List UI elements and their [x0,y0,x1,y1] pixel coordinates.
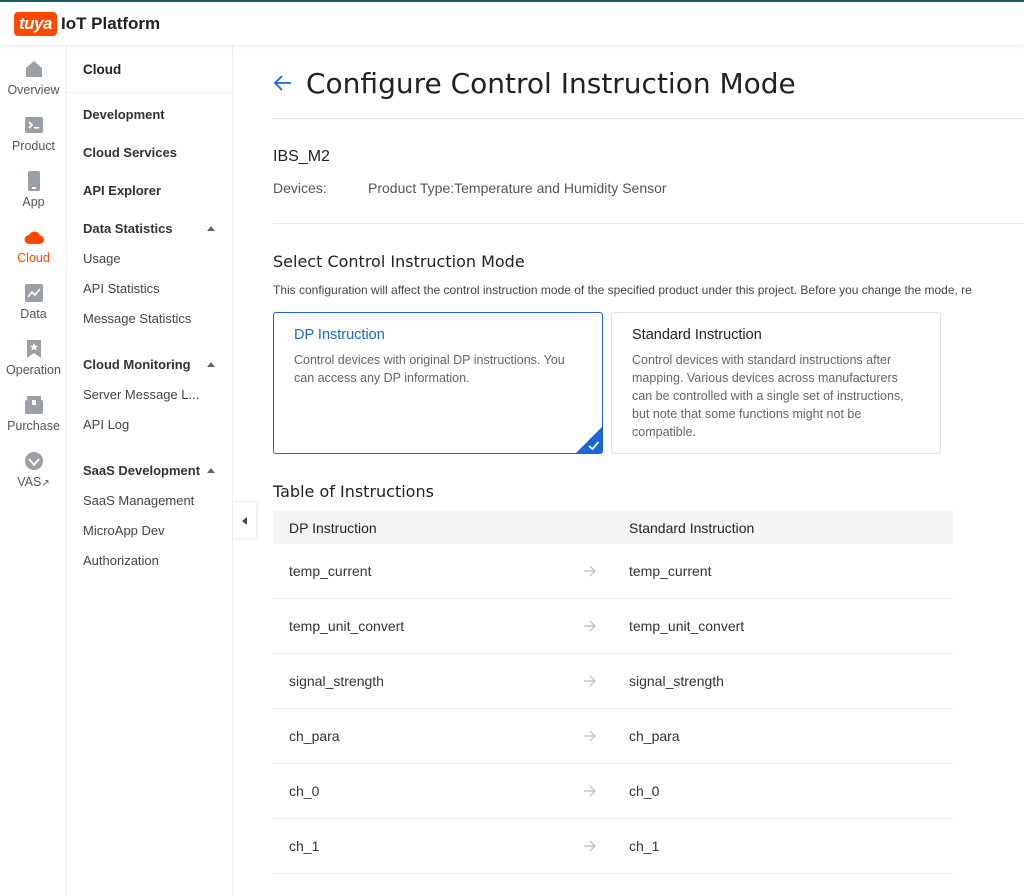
arrow-right-icon [584,675,596,687]
table-row: ch_1 ch_1 [273,819,953,874]
standard-cell: temp_current [629,563,712,579]
chart-icon [24,284,43,302]
dp-cell: ch_para [289,728,340,744]
standard-cell: signal_strength [629,673,724,689]
card-title: DP Instruction [294,327,385,343]
sidebar-item-cloud-services[interactable]: Cloud Services [83,145,177,160]
rail-item-vas[interactable]: VAS↗ [0,451,67,507]
table-row: ch_para ch_para [273,709,953,764]
rail-item-app[interactable]: App [0,171,67,227]
sidebar-item-server-message[interactable]: Server Message L... [83,387,199,402]
terminal-icon [24,117,43,133]
rail-item-data[interactable]: Data [0,283,67,339]
arrow-right-icon [584,620,596,632]
sidebar-item-api-log[interactable]: API Log [83,417,129,432]
rail-item-product[interactable]: Product [0,115,67,171]
rail-label: App [22,195,45,209]
sidebar-item-saas-management[interactable]: SaaS Management [83,493,194,508]
table-row: ch_0 ch_0 [273,764,953,819]
rail-label: VAS↗ [17,475,50,489]
sidebar-item-development[interactable]: Development [83,107,165,122]
product-name: IBS_M2 [273,148,330,165]
rail-label: Operation [6,363,61,377]
rail-item-overview[interactable]: Overview [0,59,67,115]
table-row: signal_strength signal_strength [273,654,953,709]
column-header-standard: Standard Instruction [629,520,755,536]
rail-item-purchase[interactable]: Purchase [0,395,67,451]
sidebar-item-api-statistics[interactable]: API Statistics [83,281,160,296]
icon-rail: Overview Product App Cloud Data Operatio… [0,45,67,896]
main-content: Configure Control Instruction Mode IBS_M… [233,45,1024,896]
select-mode-title: Select Control Instruction Mode [273,252,525,271]
rail-item-operation[interactable]: Operation [0,339,67,395]
column-header-dp: DP Instruction [289,520,377,536]
rail-label: Cloud [17,251,50,265]
table-header: DP Instruction Standard Instruction [273,511,953,544]
rail-item-cloud[interactable]: Cloud [0,227,67,283]
rail-label: Product [11,139,56,153]
title-divider [273,118,1024,119]
diamond-icon [24,452,43,470]
sidebar-item-message-statistics[interactable]: Message Statistics [83,311,191,326]
card-description: Control devices with standard instructio… [632,353,904,439]
dp-cell: temp_current [289,563,372,579]
standard-cell: ch_1 [629,838,660,854]
arrow-right-icon [584,785,596,797]
standard-instruction-card[interactable]: Standard Instruction Control devices wit… [611,312,941,454]
phone-icon [27,171,40,191]
dp-cell: signal_strength [289,673,384,689]
dp-cell: temp_unit_convert [289,618,405,634]
devices-label: Devices: [273,180,327,196]
tuya-logo[interactable]: tuya [14,11,57,36]
sidebar-item-microapp-dev[interactable]: MicroApp Dev [83,523,165,538]
arrow-right-icon [584,730,596,742]
dp-cell: ch_0 [289,783,320,799]
sidebar-group-data-statistics[interactable]: Data Statistics [83,221,173,236]
caret-up-icon[interactable] [207,468,215,473]
arrow-right-icon [584,840,596,852]
sidebar-item-api-explorer[interactable]: API Explorer [83,183,161,198]
sidebar-group-cloud-monitoring[interactable]: Cloud Monitoring [83,357,191,372]
external-link-icon: ↗ [41,478,50,489]
app-title[interactable]: IoT Platform [61,14,160,34]
instructions-table: DP Instruction Standard Instruction temp… [273,511,953,874]
table-title: Table of Instructions [273,482,434,501]
caret-up-icon[interactable] [207,362,215,367]
cloud-icon [24,231,44,245]
table-row: temp_current temp_current [273,544,953,599]
rail-label: Data [20,307,47,321]
dp-cell: ch_1 [289,838,320,854]
home-icon [25,61,42,77]
sidebar-divider [67,92,232,93]
sidebar-header: Cloud [83,62,122,77]
bookmark-icon [26,340,41,358]
info-divider [273,223,1024,224]
sidebar-group-saas-development[interactable]: SaaS Development [83,463,200,478]
caret-up-icon[interactable] [207,226,215,231]
product-type: Product Type:Temperature and Humidity Se… [368,180,667,196]
standard-cell: temp_unit_convert [629,618,745,634]
page-title: Configure Control Instruction Mode [306,67,796,100]
top-header: tuya IoT Platform [0,2,1024,45]
table-row: temp_unit_convert temp_unit_convert [273,599,953,654]
select-mode-description: This configuration will affect the contr… [273,283,972,297]
sidebar: Cloud Development Cloud Services API Exp… [67,45,233,896]
sidebar-item-authorization[interactable]: Authorization [83,553,159,568]
card-title: Standard Instruction [632,327,762,343]
rail-label: Overview [7,83,60,97]
dp-instruction-card[interactable]: DP Instruction Control devices with orig… [273,312,603,454]
card-description: Control devices with original DP instruc… [294,353,565,385]
rail-label: Purchase [7,419,60,433]
selected-check-icon [576,427,602,453]
back-arrow-icon[interactable] [273,73,293,93]
arrow-right-icon [584,565,596,577]
sidebar-item-usage[interactable]: Usage [83,251,121,266]
standard-cell: ch_para [629,728,680,744]
standard-cell: ch_0 [629,783,660,799]
box-icon [24,396,43,414]
